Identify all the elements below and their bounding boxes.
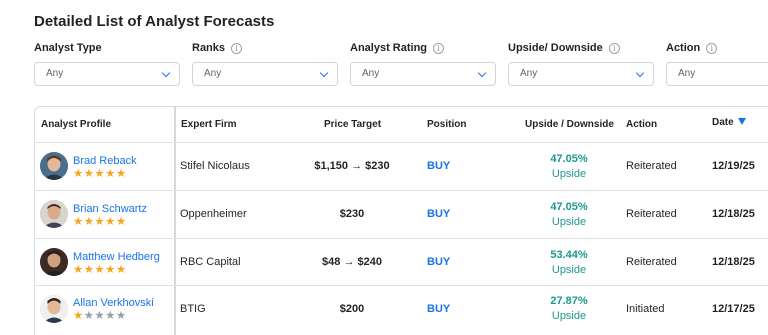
column-header-price-target[interactable]: Price Target [324,119,381,130]
column-header-analyst-profile: Analyst Profile [41,119,112,130]
expert-firm: BTIG [180,303,206,315]
position-link[interactable]: BUY [427,208,450,220]
position-link[interactable]: BUY [427,160,450,172]
date-value: 12/18/25 [712,208,755,220]
filter-label-action: Action i [666,42,718,54]
upside-label: Upside [551,168,587,180]
avatar[interactable] [40,248,68,276]
column-header-action[interactable]: Action [626,119,657,130]
analyst-type-select[interactable]: Any [34,62,180,86]
column-header-upside-downside[interactable]: Upside / Downside [525,119,614,130]
analyst-rating-select[interactable]: Any [350,62,496,86]
select-value: Any [46,68,64,79]
date-value: 12/19/25 [712,160,755,172]
ranks-select[interactable]: Any [192,62,338,86]
info-icon[interactable]: i [231,42,243,54]
upside-label: Upside [551,310,587,322]
upside-percent: 47.05% [550,201,588,213]
info-icon[interactable]: i [706,42,718,54]
select-value: Any [520,68,538,79]
upside-percent: 53.44% [550,249,588,261]
action-value: Initiated [626,303,665,315]
action-value: Reiterated [626,208,677,220]
action-value: Reiterated [626,256,677,268]
chevron-down-icon [477,68,487,78]
upside-value: 47.05% Upside [529,152,609,182]
price-target: $230 [339,208,365,220]
filter-label-analyst-rating: Analyst Rating i [350,42,445,54]
analyst-rank-stars: ★★★★★ [73,168,127,180]
table-row: Allan Verkhovski ★★★★★ BTIG $200 BUY 27.… [34,286,768,333]
upside-downside-select[interactable]: Any [508,62,654,86]
page-title: Detailed List of Analyst Forecasts [34,13,275,30]
price-target: $200 [339,303,365,315]
chevron-down-icon [319,68,329,78]
select-value: Any [678,68,696,79]
expert-firm: RBC Capital [180,256,241,268]
select-value: Any [204,68,222,79]
avatar[interactable] [40,295,68,323]
analyst-rank-stars: ★★★★★ [73,264,127,276]
action-select[interactable]: Any [666,62,768,86]
date-value: 12/17/25 [712,303,755,315]
sort-desc-icon [737,118,746,125]
analyst-name-link[interactable]: Brian Schwartz [73,203,147,215]
upside-percent: 47.05% [550,153,588,165]
avatar[interactable] [40,152,68,180]
table-row: Brad Reback ★★★★★ Stifel Nicolaus $1,150… [34,143,768,190]
price-target: $48 → $240 [322,256,382,268]
chevron-down-icon [635,68,645,78]
filter-label-text: Analyst Type [34,42,102,54]
table-row: Brian Schwartz ★★★★★ Oppenheimer $230 BU… [34,191,768,238]
filter-label-ranks: Ranks i [192,42,243,54]
column-header-date-label: Date [712,117,734,128]
column-header-expert-firm[interactable]: Expert Firm [181,119,237,130]
avatar[interactable] [40,200,68,228]
column-header-date[interactable]: Date [712,117,746,128]
position-link[interactable]: BUY [427,256,450,268]
upside-value: 47.05% Upside [529,200,609,230]
filter-label-text: Ranks [192,42,226,54]
analyst-name-link[interactable]: Matthew Hedberg [73,251,160,263]
upside-label: Upside [551,216,587,228]
upside-value: 53.44% Upside [529,248,609,278]
info-icon[interactable]: i [433,42,445,54]
table-row: Matthew Hedberg ★★★★★ RBC Capital $48 → … [34,239,768,286]
price-target: $1,150 → $230 [314,160,390,172]
info-icon[interactable]: i [608,42,620,54]
expert-firm: Oppenheimer [180,208,247,220]
select-value: Any [362,68,380,79]
filter-label-text: Action [666,42,701,54]
filter-label-upside-downside: Upside/ Downside i [508,42,620,54]
analyst-name-link[interactable]: Allan Verkhovski [73,297,154,309]
upside-percent: 27.87% [550,295,588,307]
expert-firm: Stifel Nicolaus [180,160,250,172]
analyst-name-link[interactable]: Brad Reback [73,155,137,167]
position-link[interactable]: BUY [427,303,450,315]
action-value: Reiterated [626,160,677,172]
filter-label-text: Analyst Rating [350,42,428,54]
date-value: 12/18/25 [712,256,755,268]
upside-value: 27.87% Upside [529,294,609,324]
column-header-position[interactable]: Position [427,119,466,130]
analyst-rank-stars: ★★★★★ [73,310,127,322]
analyst-rank-stars: ★★★★★ [73,216,127,228]
chevron-down-icon [161,68,171,78]
filter-label-analyst-type: Analyst Type [34,42,102,54]
filter-label-text: Upside/ Downside [508,42,603,54]
upside-label: Upside [551,264,587,276]
